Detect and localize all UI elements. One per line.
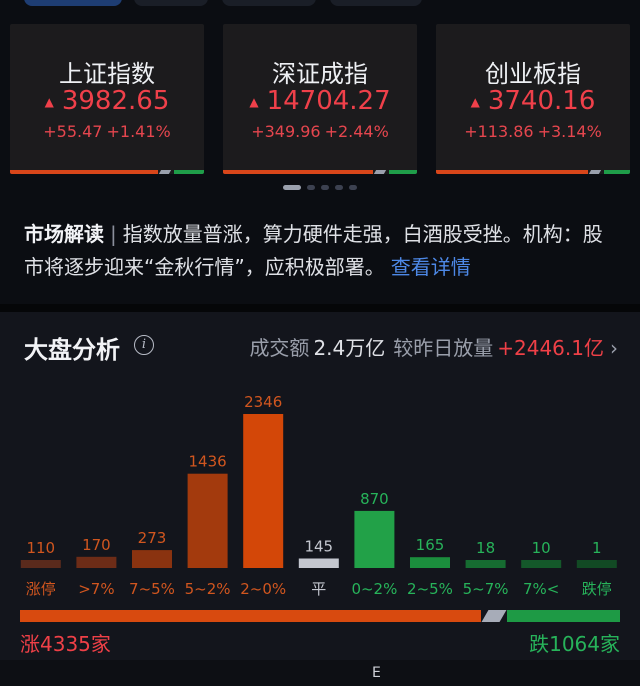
bar-category-label: 涨停 xyxy=(26,580,56,598)
bar-value-label: 1 xyxy=(592,539,602,557)
interpretation-label: 市场解读 xyxy=(24,222,104,246)
index-price: ▲ 14704.27 xyxy=(249,86,391,116)
index-card-chinext[interactable]: 创业板指 ▲ 3740.16 +113.86 +3.14% xyxy=(436,24,630,174)
top-tab-strip xyxy=(0,0,640,10)
fall-segment xyxy=(506,610,620,622)
carousel-dot[interactable] xyxy=(335,185,343,190)
bar-category-label: 7%< xyxy=(523,580,559,598)
bar-category-label: 5~2% xyxy=(185,580,231,598)
bar-10 xyxy=(576,560,617,568)
bar-value-label: 2346 xyxy=(244,393,282,411)
top-tab[interactable] xyxy=(330,0,422,6)
bar-category-label: 7~5% xyxy=(129,580,175,598)
index-change: +113.86 +3.14% xyxy=(464,122,602,141)
bar-value-label: 870 xyxy=(360,490,389,508)
rise-fall-distribution-chart: 110涨停170>7%2737~5%14365~2%23462~0%145平87… xyxy=(20,393,617,598)
index-change: +349.96 +2.44% xyxy=(251,122,389,141)
market-interpretation: 市场解读 | 指数放量普涨，算力硬件走强，白酒股受挫。机构：股市将逐步迎来“金秋行情… xyxy=(24,218,610,284)
market-analysis-panel: 大盘分析 i 成交额 2.4万亿 较昨日放量 +2446.1亿 › 110 涨停 170 >7… xyxy=(0,312,640,686)
bar-value-label: 110 xyxy=(26,539,55,557)
carousel-dot[interactable] xyxy=(321,185,329,190)
index-name: 上证指数 xyxy=(59,60,155,88)
index-name: 创业板指 xyxy=(485,60,581,88)
carousel-dots[interactable] xyxy=(0,185,640,193)
index-cards: 上证指数 ▲ 3982.65 +55.47 +1.41% 深证成指 ▲ 14704.2… xyxy=(10,24,630,174)
bar-value-label: 145 xyxy=(304,538,333,556)
bar-value-label: 165 xyxy=(416,536,445,554)
top-tab[interactable] xyxy=(222,0,316,6)
rise-fall-summary-bar xyxy=(20,610,620,622)
bar-category-label: 跌停 xyxy=(582,580,612,598)
bar-value-label: 1436 xyxy=(189,453,227,471)
bar-0 xyxy=(20,560,61,568)
bar-5 xyxy=(298,558,339,568)
breadth-bar xyxy=(436,170,630,174)
breadth-bar xyxy=(223,170,417,174)
bar-9 xyxy=(521,560,562,568)
fall-total: 跌1064家 xyxy=(529,632,620,656)
up-arrow-icon: ▲ xyxy=(470,94,480,109)
up-arrow-icon: ▲ xyxy=(44,94,54,109)
bar-4 xyxy=(243,414,284,568)
top-tab[interactable] xyxy=(134,0,208,6)
bar-1 xyxy=(76,556,117,568)
nav-handle-icon[interactable]: E xyxy=(372,665,381,681)
bar-value-label: 18 xyxy=(476,539,495,557)
bar-value-label: 273 xyxy=(138,529,167,547)
bottom-nav-strip: E xyxy=(0,660,640,686)
index-change: +55.47 +1.41% xyxy=(43,122,171,141)
bar-category-label: 2~5% xyxy=(407,580,453,598)
carousel-dot[interactable] xyxy=(349,185,357,190)
bar-value-label: 170 xyxy=(82,536,111,554)
up-arrow-icon: ▲ xyxy=(249,94,259,109)
breadth-bar xyxy=(10,170,204,174)
section-divider xyxy=(0,304,640,312)
bar-value-label: 10 xyxy=(532,539,551,557)
bar-category-label: 2~0% xyxy=(240,580,286,598)
view-details-link[interactable]: 查看详情 xyxy=(391,255,471,279)
rise-segment xyxy=(20,610,481,622)
index-price: ▲ 3982.65 xyxy=(44,86,170,116)
bar-6 xyxy=(354,510,395,568)
index-card-shanghai[interactable]: 上证指数 ▲ 3982.65 +55.47 +1.41% xyxy=(10,24,204,174)
bar-category-label: >7% xyxy=(78,580,114,598)
bar-category-label: 0~2% xyxy=(351,580,397,598)
bar-3 xyxy=(187,473,228,568)
flat-segment xyxy=(481,610,507,622)
top-tab-active[interactable] xyxy=(24,0,122,6)
bar-7 xyxy=(410,557,450,568)
carousel-dot-active[interactable] xyxy=(283,185,301,190)
index-price: ▲ 3740.16 xyxy=(470,86,596,116)
bar-2 xyxy=(132,550,172,568)
rise-total: 涨4335家 xyxy=(20,632,111,656)
index-card-shenzhen[interactable]: 深证成指 ▲ 14704.27 +349.96 +2.44% xyxy=(223,24,417,174)
carousel-dot[interactable] xyxy=(307,185,315,190)
index-name: 深证成指 xyxy=(272,60,368,88)
bar-category-label: 平 xyxy=(311,580,326,598)
bar-category-label: 5~7% xyxy=(463,580,509,598)
bar-8 xyxy=(465,560,506,568)
interpretation-separator: | xyxy=(110,222,117,246)
